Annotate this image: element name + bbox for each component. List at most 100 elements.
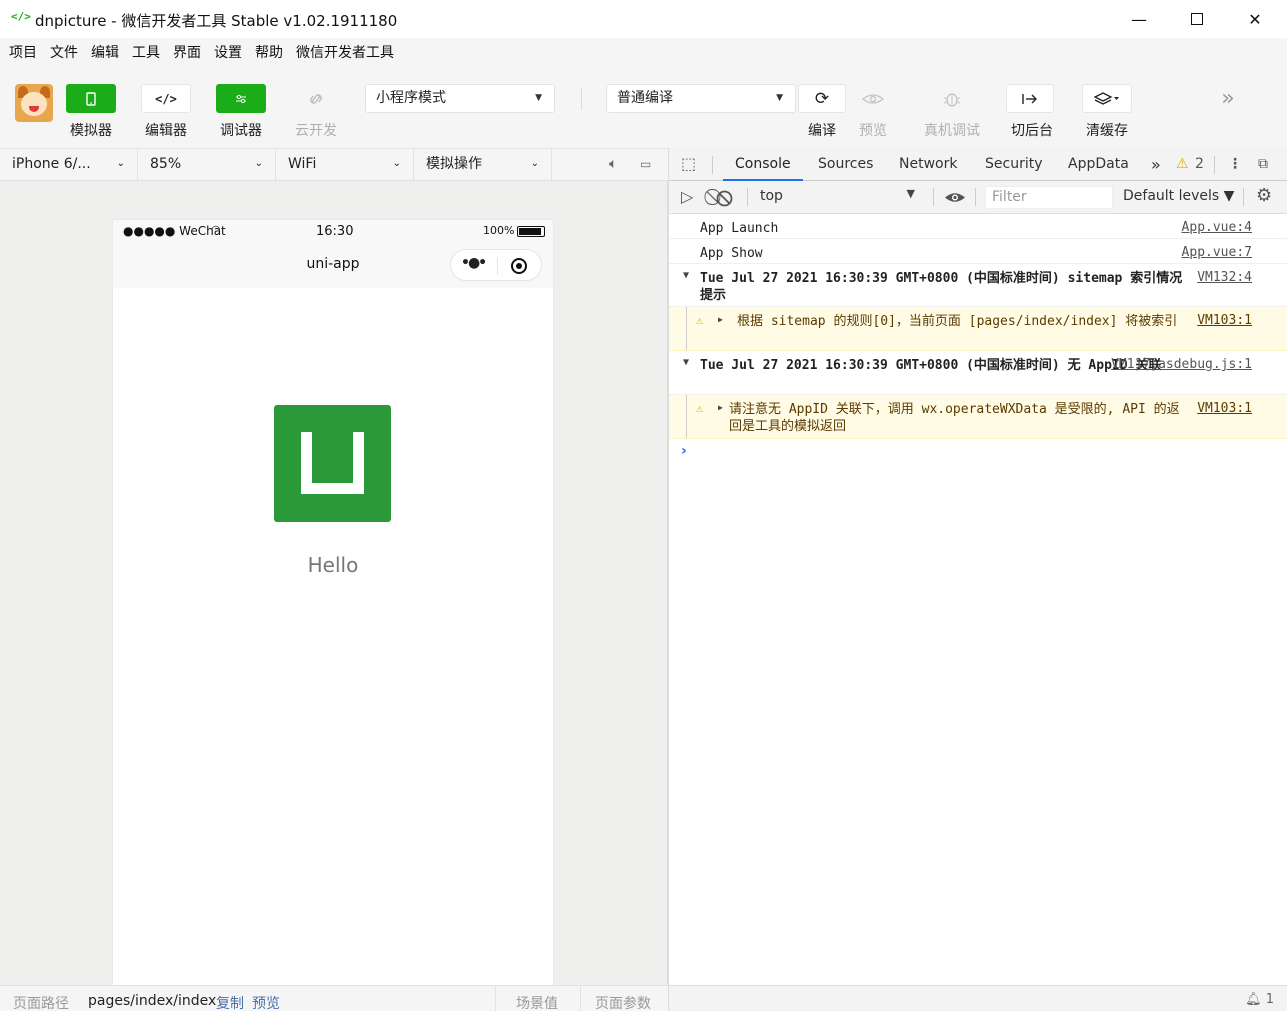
- console-warning-row: ⚠ ▶ 根据 sitemap 的规则[0]，当前页面 [pages/index/…: [669, 307, 1287, 351]
- maximize-button[interactable]: [1168, 0, 1226, 38]
- console-group-row[interactable]: ▼ Tue Jul 27 2021 16:30:39 GMT+0800 (中国标…: [669, 351, 1287, 395]
- compile-button[interactable]: ⟳: [798, 84, 846, 113]
- live-expression-eye-icon[interactable]: [944, 191, 966, 204]
- toolbar-more-button[interactable]: »: [1204, 84, 1252, 113]
- chevron-down-icon: ⌄: [116, 158, 125, 169]
- preview-page-link[interactable]: 预览: [252, 993, 280, 1011]
- preview-button[interactable]: [849, 84, 897, 113]
- menu-settings[interactable]: 设置: [207, 38, 248, 68]
- scene-value-button[interactable]: 场景值: [516, 993, 558, 1011]
- warning-count: 2: [1195, 156, 1204, 172]
- tab-sources[interactable]: Sources: [818, 148, 873, 181]
- device-value: iPhone 6/...: [12, 156, 91, 172]
- close-target-icon[interactable]: [511, 258, 527, 274]
- screen-popout-icon[interactable]: ▭: [640, 157, 651, 171]
- phone-status-bar: ●●●●● WeChat ◠ 16:30 100%: [113, 220, 553, 242]
- volume-icon[interactable]: 🔈︎: [609, 156, 617, 172]
- background-button[interactable]: [1006, 84, 1054, 113]
- menu-edit[interactable]: 编辑: [84, 38, 125, 68]
- tab-network[interactable]: Network: [899, 148, 957, 181]
- menu-devtools[interactable]: 微信开发者工具: [289, 38, 400, 68]
- debugger-toggle-button[interactable]: [216, 84, 266, 113]
- log-source-link[interactable]: VM103:1: [1197, 401, 1252, 416]
- menu-view[interactable]: 界面: [166, 38, 207, 68]
- debug-sliders-icon: [236, 94, 246, 103]
- inspect-element-icon[interactable]: ⬚: [681, 154, 696, 173]
- notification-count[interactable]: 🔔︎ 1: [1245, 992, 1274, 1007]
- sidebar-toggle-icon[interactable]: ▷: [681, 187, 693, 206]
- toolbar-divider: [581, 88, 582, 110]
- user-avatar[interactable]: [15, 84, 53, 122]
- close-button[interactable]: ✕: [1226, 0, 1284, 38]
- app-logo-icon: </>: [11, 10, 31, 23]
- collapsed-triangle-icon[interactable]: ▶: [718, 403, 723, 412]
- capsule-menu[interactable]: •●•: [450, 249, 542, 281]
- context-select[interactable]: top ▼: [755, 186, 923, 208]
- device-select[interactable]: iPhone 6/... ⌄: [0, 149, 138, 181]
- log-source-link[interactable]: App.vue:4: [1182, 220, 1252, 235]
- group-message: Tue Jul 27 2021 16:30:39 GMT+0800 (中国标准时…: [700, 271, 1183, 303]
- simulator-toggle-button[interactable]: [66, 84, 116, 113]
- more-dots-icon[interactable]: •●•: [461, 255, 487, 271]
- menu-help[interactable]: 帮助: [248, 38, 289, 68]
- network-select[interactable]: WiFi ⌄: [276, 149, 414, 181]
- main-toolbar: 模拟器 </> 编辑器 调试器 云开发 小程序模式 ▼ 普通编译 ▼ ⟳ 编译 …: [0, 68, 1287, 148]
- caret-down-icon: ▼: [906, 187, 915, 200]
- minimize-icon: —: [1131, 9, 1147, 29]
- cloud-dev-button[interactable]: [291, 84, 341, 113]
- dock-side-icon[interactable]: ⧉: [1258, 148, 1268, 181]
- log-message: App Launch: [700, 221, 779, 236]
- wifi-icon: ◠: [211, 223, 221, 236]
- phone-time: 16:30: [316, 224, 354, 239]
- menu-project[interactable]: 项目: [2, 38, 43, 68]
- bug-icon: [943, 92, 961, 107]
- tab-security[interactable]: Security: [985, 148, 1043, 181]
- chevron-down-icon: ⌄: [392, 158, 401, 169]
- tab-appdata[interactable]: AppData: [1068, 148, 1129, 181]
- log-levels-select[interactable]: Default levels ▼: [1123, 188, 1234, 204]
- log-source-link[interactable]: App.vue:7: [1182, 245, 1252, 260]
- mode-select-value: 小程序模式: [376, 90, 446, 106]
- copy-path-link[interactable]: 复制: [216, 993, 244, 1011]
- background-label: 切后台: [1011, 123, 1053, 139]
- settings-gear-icon[interactable]: ⚙: [1256, 185, 1272, 206]
- minimize-button[interactable]: —: [1110, 0, 1168, 38]
- log-source-link[interactable]: VM132:4: [1197, 270, 1252, 285]
- zoom-value: 85%: [150, 156, 182, 172]
- menu-file[interactable]: 文件: [43, 38, 84, 68]
- hello-text: Hello: [307, 553, 359, 577]
- log-source-link[interactable]: VM103:1: [1197, 313, 1252, 328]
- console-log-row: App Launch App.vue:4: [669, 214, 1287, 239]
- collapsed-triangle-icon[interactable]: ▶: [718, 315, 723, 324]
- operation-value: 模拟操作: [426, 156, 482, 172]
- devtools-tabs: ⬚ Console Sources Network Security AppDa…: [669, 148, 1287, 181]
- operation-select[interactable]: 模拟操作 ⌄: [414, 149, 552, 181]
- compile-mode-select[interactable]: 普通编译 ▼: [606, 84, 796, 113]
- chevron-down-icon: ⌄: [254, 158, 263, 169]
- close-icon: ✕: [1248, 9, 1262, 29]
- warning-message: 请注意无 AppID 关联下，调用 wx.operateWXData 是受限的,…: [729, 402, 1180, 434]
- phone-screen: ●●●●● WeChat ◠ 16:30 100% uni-app •●• He…: [113, 220, 553, 985]
- console-group-row[interactable]: ▼ Tue Jul 27 2021 16:30:39 GMT+0800 (中国标…: [669, 264, 1287, 307]
- tab-console[interactable]: Console: [723, 148, 803, 181]
- editor-toggle-button[interactable]: </>: [141, 84, 191, 113]
- clear-cache-button[interactable]: [1082, 84, 1132, 113]
- kebab-menu-icon[interactable]: ⋮: [1228, 148, 1242, 181]
- console-filter-input[interactable]: Filter: [985, 186, 1113, 209]
- zoom-select[interactable]: 85% ⌄: [138, 149, 276, 181]
- menu-tools[interactable]: 工具: [125, 38, 166, 68]
- double-chevron-right-icon: »: [1221, 86, 1235, 111]
- page-params-button[interactable]: 页面参数: [595, 993, 651, 1011]
- remote-debug-button[interactable]: [928, 84, 976, 113]
- console-prompt-icon[interactable]: ›: [681, 443, 687, 459]
- expanded-triangle-icon[interactable]: ▼: [683, 357, 689, 368]
- block-icon[interactable]: [716, 190, 733, 207]
- more-tabs-icon[interactable]: »: [1151, 148, 1161, 181]
- mode-select[interactable]: 小程序模式 ▼: [365, 84, 555, 113]
- simulator-bar: iPhone 6/... ⌄ 85% ⌄ WiFi ⌄ 模拟操作 ⌄ 🔈︎ ▭: [0, 148, 668, 181]
- refresh-icon: ⟳: [814, 88, 830, 109]
- expanded-triangle-icon[interactable]: ▼: [683, 270, 689, 281]
- caret-down-icon: ▼: [535, 93, 542, 103]
- warning-icon[interactable]: ⚠: [1176, 148, 1189, 181]
- log-source-link[interactable]: VM117 asdebug.js:1: [1111, 357, 1252, 372]
